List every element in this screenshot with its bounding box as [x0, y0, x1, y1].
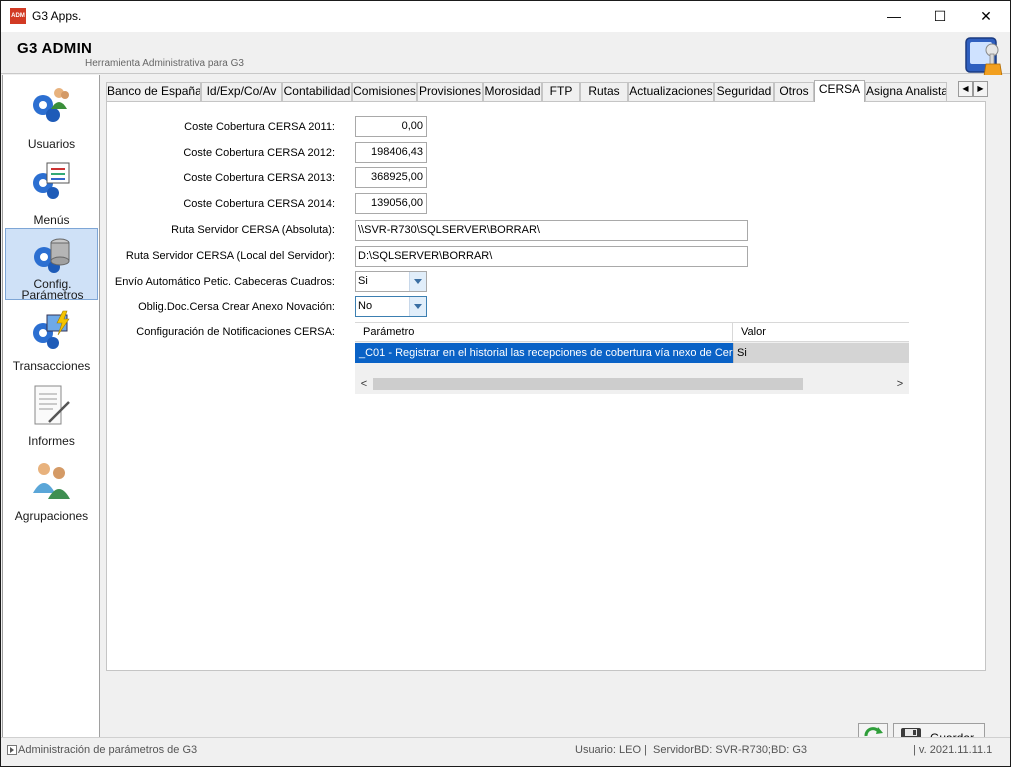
users-gear-icon	[33, 88, 69, 122]
app-title: G3 ADMIN	[17, 40, 93, 57]
table-row[interactable]: _C01 - Registrar en el historial las rec…	[355, 343, 909, 363]
close-button[interactable]: ✕	[963, 1, 1009, 32]
status-version: | v. 2021.11.11.1	[913, 744, 993, 756]
ruta-absoluta-field[interactable]: \\SVR-R730\SQLSERVER\BORRAR\	[355, 220, 748, 241]
sidebar-item-menus[interactable]: Menús	[5, 155, 98, 227]
coste-2012-field[interactable]: 198406,43	[355, 142, 427, 163]
coste-2011-field[interactable]: 0,00	[355, 116, 427, 137]
sidebar-item-label: Agrupaciones	[14, 509, 89, 523]
sidebar-item-label: Transacciones	[12, 359, 91, 373]
grid-horizontal-scrollbar[interactable]: < >	[355, 375, 909, 393]
status-separator: |	[644, 744, 647, 756]
envio-automatico-label: Envío Automático Petic. Cabeceras Cuadro…	[114, 276, 335, 288]
status-user: Usuario: LEO	[575, 744, 642, 756]
oblig-doc-value: No	[358, 300, 373, 312]
status-expand-icon	[7, 745, 17, 755]
tab-id-exp[interactable]: Id/Exp/Co/Av	[201, 82, 282, 101]
envio-automatico-select[interactable]: Si	[355, 271, 427, 292]
coste-2013-label: Coste Cobertura CERSA 2013:	[183, 172, 335, 184]
oblig-doc-label: Oblig.Doc.Cersa Crear Anexo Novación:	[138, 301, 335, 313]
tab-strip: Banco de España Id/Exp/Co/Av Contabilida…	[106, 80, 986, 102]
column-header-parametro[interactable]: Parámetro	[355, 323, 733, 342]
sidebar-item-label: Informes	[28, 434, 75, 448]
menu-gear-icon	[33, 162, 70, 199]
app-icon: ADM	[10, 8, 26, 24]
coste-2014-field[interactable]: 139056,00	[355, 193, 427, 214]
sidebar-item-label: Usuarios	[27, 137, 76, 151]
tab-morosidad[interactable]: Morosidad	[483, 82, 542, 101]
groups-people-icon	[33, 463, 70, 499]
tab-rutas[interactable]: Rutas	[580, 82, 628, 101]
tab-asigna-analista[interactable]: Asigna Analista	[865, 82, 947, 101]
tab-banco-espana[interactable]: Banco de España	[106, 82, 201, 101]
tab-actualizaciones[interactable]: Actualizaciones	[628, 82, 714, 101]
oblig-doc-select[interactable]: No	[355, 296, 427, 317]
tab-scroll-right-button[interactable]: ▶	[973, 81, 988, 97]
sidebar: Usuarios Menús Config. Parámetros Transa…	[2, 75, 100, 737]
status-server: ServidorBD: SVR-R730;BD: G3	[653, 744, 808, 756]
chevron-down-icon[interactable]	[409, 272, 426, 291]
coste-2013-field[interactable]: 368925,00	[355, 167, 427, 188]
cell-valor[interactable]: Si	[733, 343, 909, 363]
minimize-button[interactable]: —	[871, 1, 917, 32]
admin-logo-icon	[965, 37, 1003, 77]
sidebar-item-label: Config. Parámetros	[21, 277, 84, 302]
sidebar-item-label: Menús	[33, 213, 70, 227]
cersa-panel: Coste Cobertura CERSA 2011: 0,00 Coste C…	[106, 101, 986, 751]
envio-automatico-value: Si	[358, 275, 368, 287]
tab-seguridad[interactable]: Seguridad	[714, 82, 774, 101]
status-bar: Administración de parámetros de G3 Usuar…	[1, 737, 1010, 766]
main-content: Banco de España Id/Exp/Co/Av Contabilida…	[100, 75, 1010, 751]
sidebar-item-informes[interactable]: Informes	[5, 380, 98, 452]
scrollbar-thumb[interactable]	[373, 378, 803, 390]
database-gear-icon	[34, 238, 70, 273]
tab-scroll-left-button[interactable]: ◀	[958, 81, 973, 97]
notificaciones-label: Configuración de Notificaciones CERSA:	[136, 326, 335, 338]
scroll-left-icon[interactable]: <	[357, 377, 371, 391]
notificaciones-grid[interactable]: Parámetro Valor _C01 - Registrar en el h…	[355, 322, 909, 394]
app-subtitle: Herramienta Administrativa para G3	[85, 58, 244, 69]
coste-2014-label: Coste Cobertura CERSA 2014:	[183, 198, 335, 210]
status-description: Administración de parámetros de G3	[18, 744, 198, 756]
window-title: G3 Apps.	[32, 9, 82, 23]
sidebar-item-config-parametros[interactable]: Config. Parámetros	[5, 228, 98, 302]
ruta-local-label: Ruta Servidor CERSA (Local del Servidor)…	[125, 250, 335, 262]
tab-provisiones[interactable]: Provisiones	[417, 82, 483, 101]
tab-cersa[interactable]: CERSA	[814, 80, 865, 102]
title-bar: ADM G3 Apps. — ☐ ✕	[1, 1, 1010, 32]
report-document-icon	[34, 385, 70, 425]
app-window: ADM G3 Apps. — ☐ ✕ G3 ADMIN Herramienta …	[0, 0, 1011, 767]
sidebar-item-transacciones[interactable]: Transacciones	[5, 305, 98, 377]
tab-comisiones[interactable]: Comisiones	[352, 82, 417, 101]
sidebar-item-agrupaciones[interactable]: Agrupaciones	[5, 455, 98, 527]
ruta-local-field[interactable]: D:\SQLSERVER\BORRAR\	[355, 246, 748, 267]
ruta-absoluta-label: Ruta Servidor CERSA (Absoluta):	[171, 224, 335, 236]
cell-parametro[interactable]: _C01 - Registrar en el historial las rec…	[355, 343, 733, 363]
maximize-button[interactable]: ☐	[917, 1, 963, 32]
coste-2012-label: Coste Cobertura CERSA 2012:	[183, 147, 335, 159]
lightning-gear-icon	[33, 310, 70, 349]
scroll-right-icon[interactable]: >	[893, 377, 907, 391]
tab-contabilidad[interactable]: Contabilidad	[282, 82, 352, 101]
tab-ftp[interactable]: FTP	[542, 82, 580, 101]
coste-2011-label: Coste Cobertura CERSA 2011:	[184, 121, 335, 133]
tab-otros[interactable]: Otros	[774, 82, 814, 101]
grid-header: Parámetro Valor	[355, 322, 909, 342]
sidebar-item-usuarios[interactable]: Usuarios	[5, 79, 98, 151]
chevron-down-icon[interactable]	[409, 297, 426, 316]
column-header-valor[interactable]: Valor	[733, 323, 909, 342]
app-header: G3 ADMIN Herramienta Administrativa para…	[1, 32, 1010, 77]
